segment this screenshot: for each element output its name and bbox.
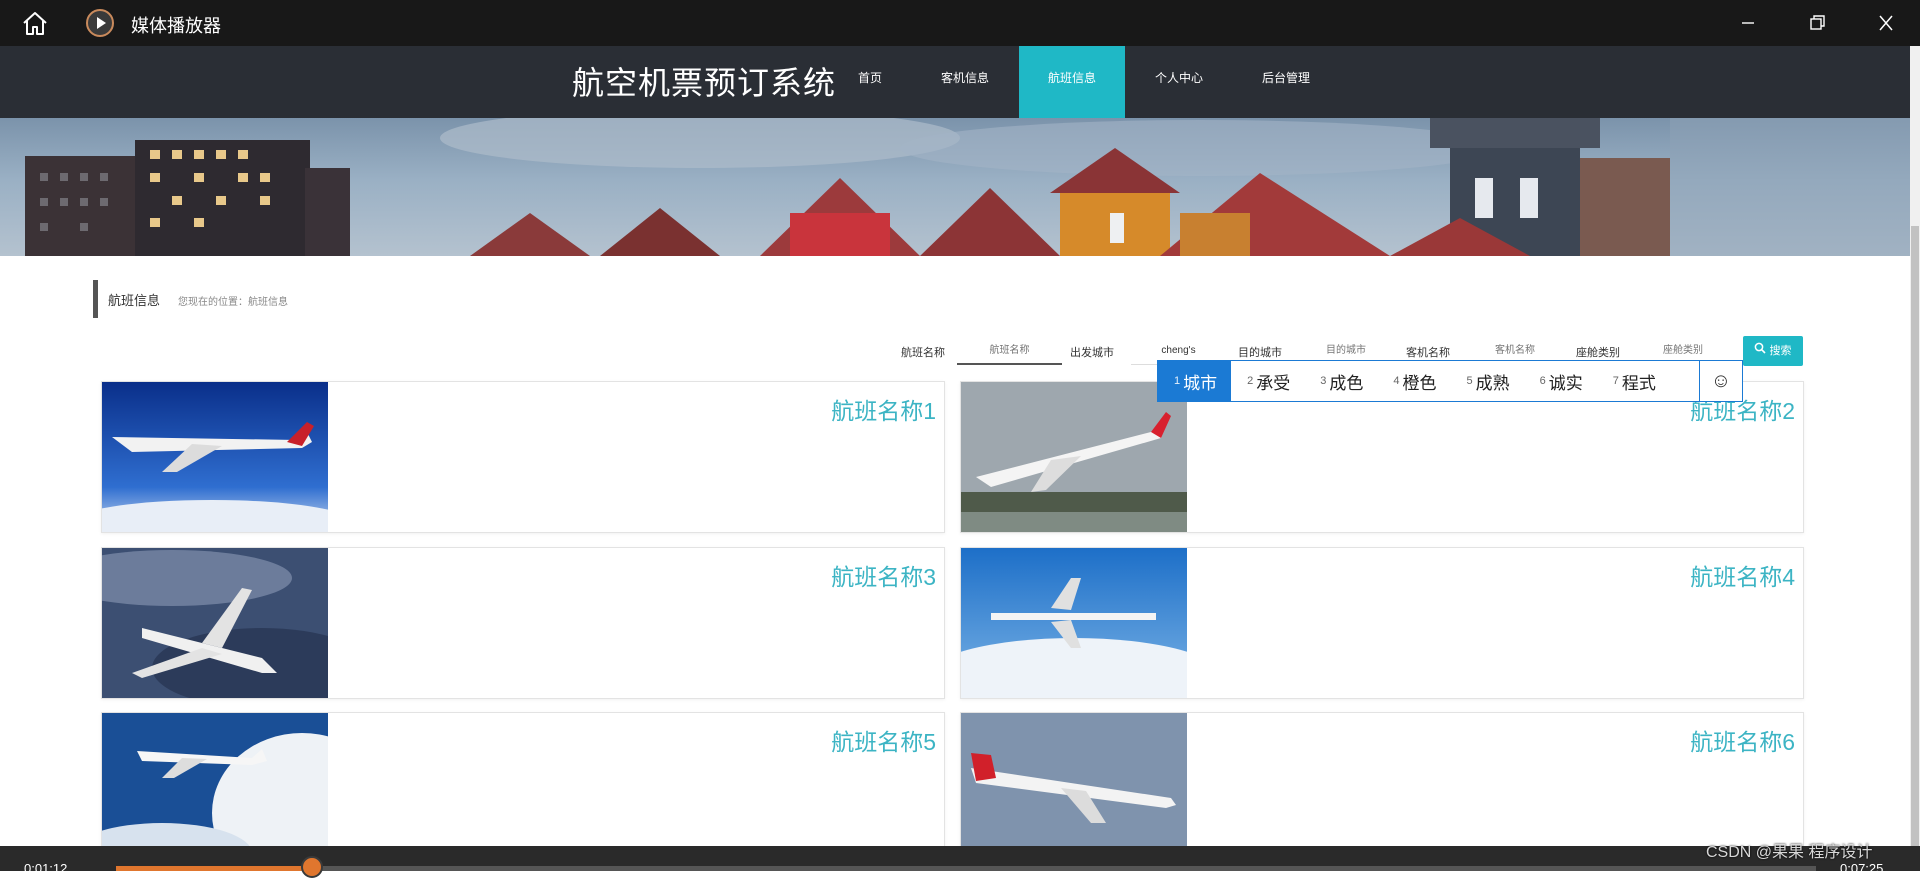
seek-handle[interactable] bbox=[301, 856, 323, 878]
destination-city-label: 目的城市 bbox=[1238, 347, 1282, 359]
ime-candidate-number: 4 bbox=[1393, 375, 1400, 387]
seek-track[interactable] bbox=[116, 866, 1816, 871]
airplane-photo bbox=[961, 713, 1187, 863]
flight-card[interactable]: 航班名称6 bbox=[960, 712, 1804, 864]
ime-candidate-number: 1 bbox=[1174, 375, 1181, 387]
flight-card-title[interactable]: 航班名称3 bbox=[831, 558, 936, 592]
flight-name-label: 航班名称 bbox=[901, 347, 945, 359]
ime-candidate-text: 成熟 bbox=[1475, 373, 1510, 393]
ime-candidate[interactable]: 3 成色 bbox=[1304, 361, 1377, 401]
cabin-class-label: 座舱类别 bbox=[1576, 347, 1620, 359]
home-icon[interactable] bbox=[20, 10, 50, 36]
departure-city-label: 出发城市 bbox=[1070, 347, 1114, 359]
flight-card[interactable]: 航班名称3 bbox=[101, 547, 945, 699]
search-icon bbox=[1754, 342, 1767, 357]
ime-candidate-number: 3 bbox=[1320, 375, 1327, 387]
ime-candidate-number: 6 bbox=[1539, 375, 1546, 387]
ime-candidate[interactable]: 6 诚实 bbox=[1524, 361, 1597, 401]
flight-card-title[interactable]: 航班名称5 bbox=[831, 723, 936, 757]
site-brand[interactable]: 航空机票预订系统 bbox=[572, 58, 836, 104]
aircraft-name-label: 客机名称 bbox=[1406, 347, 1450, 359]
ime-candidate-text: 城市 bbox=[1183, 373, 1218, 393]
airplane-photo bbox=[102, 548, 372, 698]
ime-candidate[interactable]: 2 承受 bbox=[1231, 361, 1304, 401]
banner-image bbox=[0, 118, 1910, 256]
watermark-text: CSDN @果果 程序设计 bbox=[1706, 844, 1873, 861]
ime-candidate-text: 诚实 bbox=[1548, 373, 1583, 393]
ime-candidate-text: 橙色 bbox=[1402, 373, 1437, 393]
breadcrumb-accent-bar bbox=[93, 280, 98, 318]
ime-candidate[interactable]: 4 橙色 bbox=[1377, 361, 1450, 401]
seek-progress bbox=[116, 866, 312, 871]
nav-item-aircraft-info[interactable]: 客机信息 bbox=[930, 46, 1000, 118]
ime-candidate[interactable]: 5 成熟 bbox=[1451, 361, 1524, 401]
ime-candidate-text: 成色 bbox=[1329, 373, 1364, 393]
nav-item-admin[interactable]: 后台管理 bbox=[1250, 46, 1322, 118]
ime-candidate-number: 2 bbox=[1247, 375, 1254, 387]
nav-item-personal-center[interactable]: 个人中心 bbox=[1138, 46, 1220, 118]
breadcrumb-title: 航班信息 bbox=[108, 293, 161, 308]
app-title: 媒体播放器 bbox=[131, 16, 221, 36]
search-button-label: 搜索 bbox=[1769, 345, 1792, 357]
ime-candidate-text: 承受 bbox=[1256, 373, 1291, 393]
flight-card-title[interactable]: 航班名称6 bbox=[1690, 723, 1795, 757]
flight-card[interactable]: 航班名称2 bbox=[960, 381, 1804, 533]
flight-card-title[interactable]: 航班名称4 bbox=[1690, 558, 1795, 592]
flight-card[interactable]: 航班名称5 bbox=[101, 712, 945, 864]
total-time: 0:07:25 bbox=[1840, 861, 1884, 876]
elapsed-time: 0:01:12 bbox=[24, 861, 68, 876]
flight-card-title[interactable]: 航班名称1 bbox=[831, 392, 936, 426]
flight-name-input[interactable] bbox=[957, 337, 1062, 365]
airplane-photo bbox=[102, 382, 352, 532]
ime-candidate-number: 7 bbox=[1612, 375, 1619, 387]
ime-candidate-text: 程式 bbox=[1621, 373, 1656, 393]
smiley-icon[interactable]: ☺ bbox=[1699, 361, 1742, 401]
site-navbar: 航空机票预订系统 首页 客机信息 航班信息 个人中心 后台管理 bbox=[0, 46, 1910, 118]
search-button[interactable]: 搜索 bbox=[1743, 336, 1803, 366]
airplane-photo bbox=[961, 548, 1224, 698]
flight-card[interactable]: 航班名称1 bbox=[101, 381, 945, 533]
play-circle-icon bbox=[86, 9, 114, 37]
ime-candidate[interactable]: 7 程式 bbox=[1597, 361, 1670, 401]
airplane-photo bbox=[961, 382, 1187, 532]
nav-item-home[interactable]: 首页 bbox=[840, 46, 900, 118]
minimize-icon[interactable] bbox=[1728, 10, 1768, 36]
flight-card[interactable]: 航班名称4 bbox=[960, 547, 1804, 699]
scrollbar-thumb[interactable] bbox=[1911, 226, 1919, 846]
breadcrumb-location: 您现在的位置：航班信息 bbox=[178, 297, 288, 308]
ime-candidate-number: 5 bbox=[1466, 375, 1473, 387]
ime-candidate[interactable]: 1 城市 bbox=[1158, 361, 1232, 401]
maximize-icon[interactable] bbox=[1796, 10, 1836, 36]
ime-candidate-popup: 1 城市 2 承受 3 成色 4 橙色 5 成熟 6 诚实 7 程式 ☺ bbox=[1157, 360, 1743, 402]
close-icon[interactable] bbox=[1866, 10, 1906, 36]
nav-item-flight-info[interactable]: 航班信息 bbox=[1019, 46, 1125, 118]
window-title-bar: 媒体播放器 bbox=[0, 0, 1920, 46]
airplane-photo bbox=[102, 713, 392, 863]
